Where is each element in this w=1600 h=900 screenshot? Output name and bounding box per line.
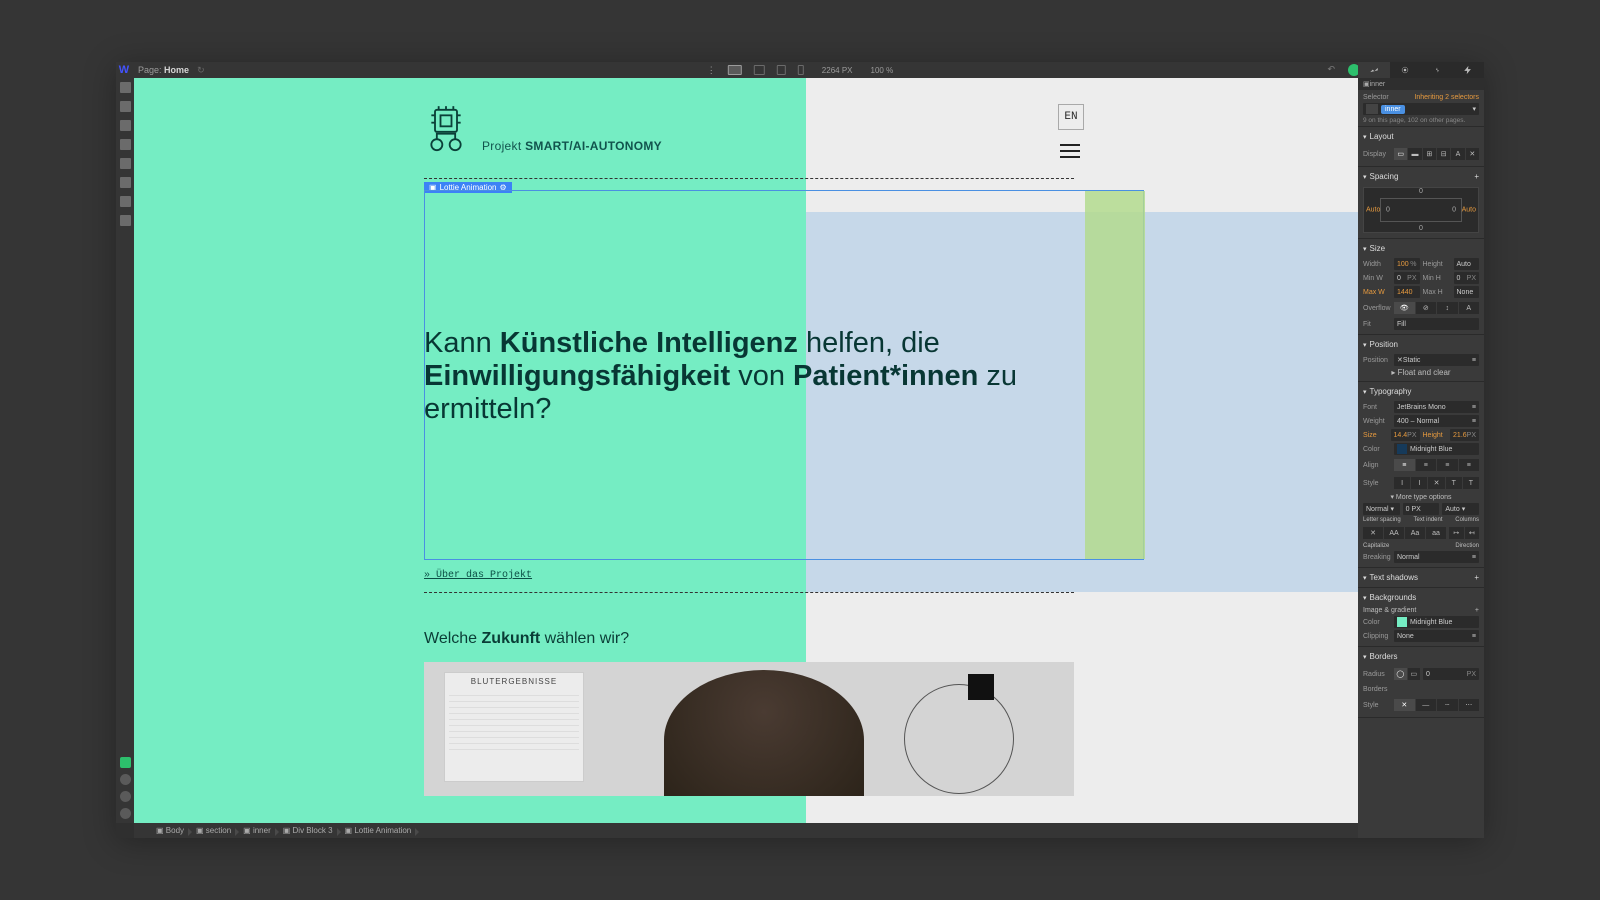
pages-icon[interactable] <box>120 101 131 112</box>
hero-heading[interactable]: Kann Künstliche Intelligenz helfen, die … <box>424 328 1064 427</box>
search-icon[interactable] <box>120 774 131 785</box>
left-toolbar <box>116 78 134 823</box>
class-note: 9 on this page, 102 on other pages. <box>1363 117 1479 124</box>
class-selector[interactable]: inner▾ <box>1363 103 1479 115</box>
fit-input[interactable]: Fill <box>1394 318 1479 330</box>
width-input[interactable]: 100 % <box>1394 258 1420 270</box>
site-header: Projekt SMART/AI-AUTONOMY EN <box>424 106 1144 154</box>
spacing-section[interactable]: Spacing+ <box>1363 169 1479 184</box>
overflow-buttons[interactable]: 👁⊘↕A <box>1394 302 1479 314</box>
future-heading[interactable]: Welche Zukunft wählen wir? <box>424 630 629 648</box>
height-input[interactable]: Auto <box>1454 258 1480 270</box>
fontsize-input[interactable]: 14.4PX <box>1391 429 1420 441</box>
page-indicator[interactable]: Page: Home <box>138 65 189 75</box>
canvas-width: 2264 PX <box>822 66 853 75</box>
font-input[interactable]: JetBrains Mono≡ <box>1394 401 1479 413</box>
diagram-circle <box>904 684 1014 794</box>
add-bg[interactable]: + <box>1475 607 1479 614</box>
canvas-zoom: 100 % <box>871 66 894 75</box>
ecommerce-icon[interactable] <box>120 177 131 188</box>
breadcrumb-seg[interactable]: ▣ Body <box>152 826 192 835</box>
float-toggle[interactable]: ▸ Float and clear <box>1391 368 1450 377</box>
breadcrumb-seg[interactable]: ▣ inner <box>239 826 279 835</box>
navigator-icon[interactable] <box>120 120 131 131</box>
interactions-tab[interactable] <box>1421 62 1453 78</box>
language-switch[interactable]: EN <box>1058 104 1084 130</box>
bgcolor-input[interactable]: Midnight Blue <box>1394 616 1479 628</box>
style-tab[interactable] <box>1358 62 1390 78</box>
effects-tab[interactable] <box>1453 62 1485 78</box>
design-canvas[interactable]: Projekt SMART/AI-AUTONOMY EN ▣ Lottie An… <box>134 78 1358 823</box>
radius-input[interactable]: 0PX <box>1423 668 1479 680</box>
settings-icon[interactable] <box>120 215 131 226</box>
undo-icon[interactable]: ↶ <box>1328 64 1340 76</box>
breadcrumb-seg[interactable]: ▣ Div Block 3 <box>279 826 341 835</box>
add-icon[interactable] <box>120 82 131 93</box>
borders-section[interactable]: Borders <box>1363 649 1479 664</box>
layout-section[interactable]: Layout <box>1363 129 1479 144</box>
top-toolbar: W Page: Home ↻ ⋮ 2264 PX 100 % ↶ ⟨⟩ ▣ ↗ … <box>116 62 1484 78</box>
about-project-link[interactable]: » Über das Projekt <box>424 570 532 581</box>
settings-tab[interactable] <box>1390 62 1422 78</box>
borderstyle-buttons[interactable]: ✕—┄⋯ <box>1394 699 1479 711</box>
video-preview[interactable]: BLUTERGEBNISSE <box>424 662 1074 796</box>
three-dots-icon[interactable]: ⋮ <box>707 65 716 76</box>
audit-icon[interactable] <box>120 757 131 768</box>
breakpoint-tablet[interactable] <box>754 65 765 75</box>
right-panel-tabs <box>1358 62 1484 78</box>
help-icon[interactable] <box>120 808 131 819</box>
breaking-input[interactable]: Normal≡ <box>1394 551 1479 563</box>
more-type-toggle[interactable]: ▾ More type options <box>1390 493 1451 501</box>
reload-icon[interactable]: ↻ <box>197 65 205 76</box>
typography-section[interactable]: Typography <box>1363 384 1479 399</box>
textshadow-section[interactable]: Text shadows+ <box>1363 570 1479 585</box>
maxh-input[interactable]: None <box>1454 286 1480 298</box>
clipping-input[interactable]: None≡ <box>1394 630 1479 642</box>
position-input[interactable]: ✕ Static≡ <box>1394 354 1479 366</box>
brand-text: Projekt SMART/AI-AUTONOMY <box>482 139 662 154</box>
backgrounds-section[interactable]: Backgrounds <box>1363 590 1479 605</box>
breakpoint-mobile[interactable] <box>798 65 804 75</box>
minw-input[interactable]: 0PX <box>1394 272 1420 284</box>
breadcrumb-bar: ▣ Body ▣ section ▣ inner ▣ Div Block 3 ▣… <box>134 823 1358 838</box>
textcolor-input[interactable]: Midnight Blue <box>1394 443 1479 455</box>
capitalize-buttons[interactable]: ✕AAAaaa <box>1363 527 1446 539</box>
weight-input[interactable]: 400 – Normal≡ <box>1394 415 1479 427</box>
textstyle-buttons[interactable]: II✕TT <box>1394 477 1479 489</box>
size-section[interactable]: Size <box>1363 241 1479 256</box>
black-tag <box>968 674 994 700</box>
breadcrumb-seg[interactable]: ▣ Lottie Animation <box>341 826 420 835</box>
components-icon[interactable] <box>120 139 131 150</box>
results-card: BLUTERGEBNISSE <box>444 672 584 782</box>
assets-icon[interactable] <box>120 196 131 207</box>
person-image <box>664 670 864 796</box>
spacing-box[interactable]: 0 0 Auto Auto 0 0 <box>1363 187 1479 233</box>
cms-icon[interactable] <box>120 158 131 169</box>
breadcrumb-seg[interactable]: ▣ section <box>192 826 239 835</box>
selected-element-name: ▣ inner <box>1358 78 1484 90</box>
menu-icon[interactable] <box>1060 144 1080 158</box>
video-icon[interactable] <box>120 791 131 802</box>
breakpoint-mobile-landscape[interactable] <box>777 65 786 75</box>
webflow-logo[interactable]: W <box>116 62 132 78</box>
chip-logo-icon <box>424 106 468 154</box>
display-buttons[interactable]: ▭▬⊞⊟A✕ <box>1394 148 1479 160</box>
align-buttons[interactable]: ≡≡≡≡ <box>1394 459 1479 471</box>
maxw-input[interactable]: 1440 <box>1394 286 1420 298</box>
inherit-link[interactable]: Inheriting 2 selectors <box>1414 94 1479 101</box>
breakpoint-switcher: ⋮ 2264 PX 100 % <box>707 65 893 76</box>
style-panel: ▣ inner SelectorInheriting 2 selectors i… <box>1358 78 1484 838</box>
breakpoint-desktop[interactable] <box>728 65 742 75</box>
minh-input[interactable]: 0PX <box>1454 272 1480 284</box>
position-section[interactable]: Position <box>1363 337 1479 352</box>
lineheight-input[interactable]: 21.6PX <box>1450 429 1479 441</box>
